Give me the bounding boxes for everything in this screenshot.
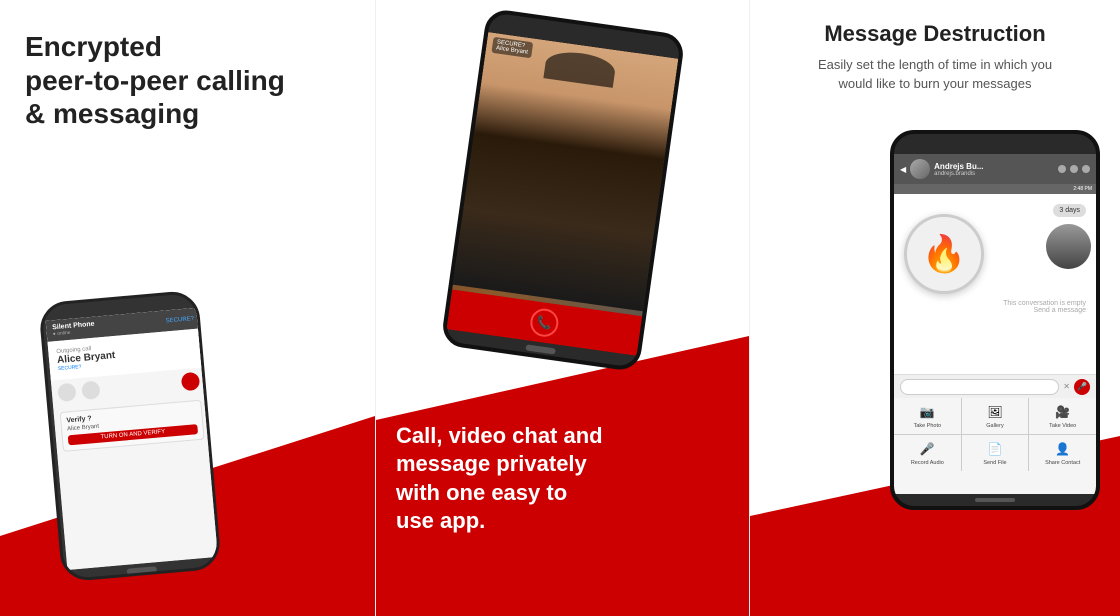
phone-body-middle: SECURE? Alice Bryant 📞 <box>440 8 685 373</box>
home-button-right[interactable] <box>975 498 1015 502</box>
heading-line3: & messaging <box>25 98 199 129</box>
phone-icon[interactable] <box>1058 165 1066 173</box>
camera-icon: 📷 <box>920 405 935 419</box>
menu-icon[interactable] <box>1082 165 1090 173</box>
header-icons <box>1058 165 1090 173</box>
contact-photo-in-chat <box>1046 224 1091 269</box>
send-file-label: Send File <box>983 460 1006 466</box>
share-contact-btn[interactable]: 👤 Share Contact <box>1029 435 1096 471</box>
right-desc-line1: Easily set the length of time in which y… <box>770 55 1100 75</box>
phone-right: ◀ Andrejs Bu... andrejs.brandis <box>890 130 1100 510</box>
contact-name: Andrejs Bu... <box>934 162 983 171</box>
take-photo-label: Take Photo <box>914 423 942 429</box>
contact-handle: andrejs.brandis <box>934 171 983 177</box>
phone-body-left: Silent Phone ● online SECURE? Outgoing c… <box>38 290 222 583</box>
record-audio-btn[interactable]: 🎤 Record Audio <box>894 435 961 471</box>
send-file-icon: 📄 <box>986 440 1004 458</box>
video-call-screen: SECURE? Alice Bryant 📞 <box>446 32 678 356</box>
gallery-label: Gallery <box>986 423 1003 429</box>
phone-screen-middle: SECURE? Alice Bryant 📞 <box>446 32 678 356</box>
phone-screen-right: ◀ Andrejs Bu... andrejs.brandis <box>894 154 1096 494</box>
send-icon: 🎤 <box>1077 382 1087 391</box>
mic-icon: 🎤 <box>920 442 935 456</box>
phone-left: Silent Phone ● online SECURE? Outgoing c… <box>38 290 222 583</box>
message-input-bar: ✕ 🎤 <box>894 374 1096 398</box>
panel-middle: SECURE? Alice Bryant 📞 Call, <box>375 0 750 616</box>
heading-line2: peer-to-peer calling <box>25 65 285 96</box>
message-header: ◀ Andrejs Bu... andrejs.brandis <box>894 154 1096 184</box>
middle-subheading: Call, video chat and message privately w… <box>396 422 729 536</box>
status-bar: 2:48 PM <box>894 184 1096 194</box>
video-icon[interactable] <box>1070 165 1078 173</box>
middle-bottom-text: Call, video chat and message privately w… <box>396 422 729 536</box>
gallery-btn[interactable]: 🖼 Gallery <box>962 398 1029 434</box>
end-call-btn[interactable] <box>181 372 201 392</box>
clear-icon[interactable]: ✕ <box>1063 382 1070 391</box>
time-display: 2:48 PM <box>1073 186 1092 192</box>
mute-btn[interactable] <box>57 383 77 403</box>
contact-avatar <box>910 159 930 179</box>
contact-info: Andrejs Bu... andrejs.brandis <box>934 162 983 177</box>
take-photo-icon: 📷 <box>918 403 936 421</box>
right-title: Message Destruction <box>770 20 1100 49</box>
panel-left: Encrypted peer-to-peer calling & messagi… <box>0 0 375 616</box>
take-photo-btn[interactable]: 📷 Take Photo <box>894 398 961 434</box>
message-input-field[interactable] <box>900 379 1059 395</box>
back-button[interactable]: ◀ <box>900 165 906 174</box>
flame-icon: 🔥 <box>922 233 967 275</box>
left-heading: Encrypted peer-to-peer calling & messagi… <box>25 30 350 131</box>
middle-text-4: use app. <box>396 508 485 533</box>
middle-text-2: message privately <box>396 451 587 476</box>
file-icon: 📄 <box>988 442 1003 456</box>
middle-text-3: with one easy to <box>396 480 567 505</box>
send-file-btn[interactable]: 📄 Send File <box>962 435 1029 471</box>
home-button[interactable] <box>127 566 157 575</box>
screen-content-left: Silent Phone ● online SECURE? Outgoing c… <box>46 307 221 569</box>
burn-icon-magnified: 🔥 <box>904 214 984 294</box>
empty-chat-text: This conversation is empty Send a messag… <box>1003 300 1086 314</box>
phone-middle: SECURE? Alice Bryant 📞 <box>440 8 685 373</box>
phone-body-right: ◀ Andrejs Bu... andrejs.brandis <box>890 130 1100 510</box>
action-buttons-grid: 📷 Take Photo 🖼 Gallery 🎥 <box>894 398 1096 471</box>
send-button[interactable]: 🎤 <box>1074 379 1090 395</box>
left-text-area: Encrypted peer-to-peer calling & messagi… <box>0 0 375 131</box>
home-button-middle[interactable] <box>525 344 556 354</box>
record-audio-label: Record Audio <box>911 460 944 466</box>
gallery-icon: 🖼 <box>986 403 1004 421</box>
verify-box: Verify ? Alice Bryant TURN ON AND VERIFY <box>60 400 205 452</box>
take-video-label: Take Video <box>1049 423 1076 429</box>
panel-right: Message Destruction Easily set the lengt… <box>750 0 1120 616</box>
share-contact-label: Share Contact <box>1045 460 1080 466</box>
days-indicator[interactable]: 3 days <box>1053 204 1086 217</box>
take-video-btn[interactable]: 🎥 Take Video <box>1029 398 1096 434</box>
heading-line1: Encrypted <box>25 31 162 62</box>
speaker-btn[interactable] <box>81 380 101 400</box>
image-icon: 🖼 <box>987 405 1002 419</box>
record-audio-icon: 🎤 <box>918 440 936 458</box>
message-body: 3 days 🔥 This conversation is empty Send… <box>894 194 1096 374</box>
end-call-icon: 📞 <box>535 315 552 331</box>
share-contact-icon: 👤 <box>1054 440 1072 458</box>
video-camera-icon: 🎥 <box>1055 405 1070 419</box>
right-title-area: Message Destruction Easily set the lengt… <box>750 0 1120 94</box>
end-call-button[interactable]: 📞 <box>528 307 560 339</box>
take-video-icon: 🎥 <box>1054 403 1072 421</box>
phone-screen-left: Silent Phone ● online SECURE? Outgoing c… <box>46 307 221 569</box>
middle-text-1: Call, video chat and <box>396 423 603 448</box>
contact-icon: 👤 <box>1055 442 1070 456</box>
right-desc-line2: would like to burn your messages <box>770 74 1100 94</box>
